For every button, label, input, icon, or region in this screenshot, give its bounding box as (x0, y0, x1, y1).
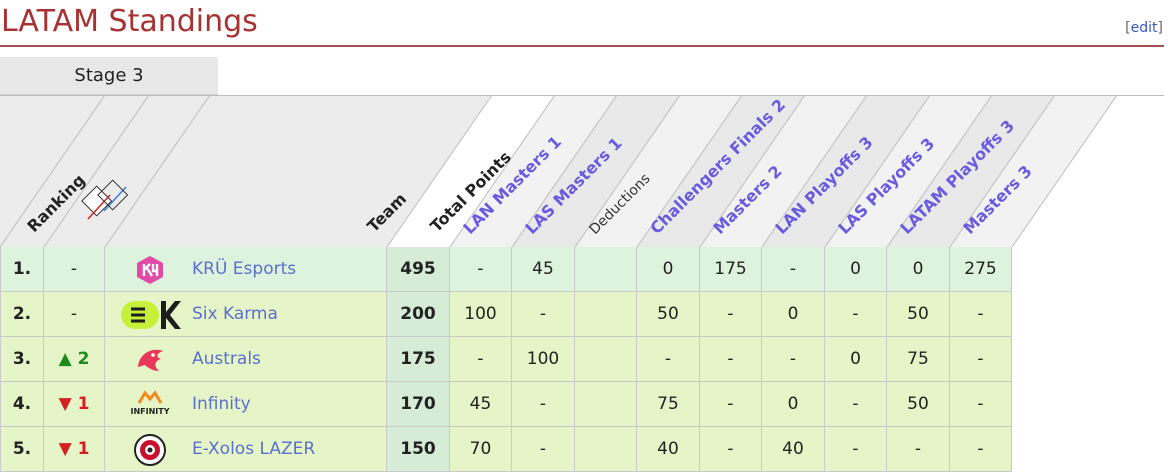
points-cell: 75 (637, 382, 700, 427)
team-name-link[interactable]: KRÜ Esports (192, 259, 296, 279)
points-cell: 50 (887, 292, 950, 337)
rank-cell: 4. (0, 382, 44, 427)
rank-cell: 3. (0, 337, 44, 382)
australs-logo[interactable] (117, 342, 183, 377)
points-cell: - (825, 382, 887, 427)
points-cell: - (950, 382, 1012, 427)
points-cell: 50 (887, 382, 950, 427)
team-name-link[interactable]: Australs (192, 349, 261, 369)
edit-link-wrapper: [edit] (1125, 20, 1163, 36)
points-cell: - (450, 337, 512, 382)
total-points-cell: 150 (387, 427, 450, 472)
rank-change-cell: - (44, 247, 105, 292)
points-cell: 0 (637, 247, 700, 292)
points-cell: - (950, 292, 1012, 337)
points-cell: - (637, 337, 700, 382)
points-cell: - (700, 292, 762, 337)
points-cell: - (512, 292, 575, 337)
table-row: 5. ▼ 1 E-Xolos LAZER 150 70-40-40- - - (0, 427, 1013, 472)
total-points-cell: 200 (387, 292, 450, 337)
rank-cell: 1. (0, 247, 44, 292)
points-cell: - (450, 247, 512, 292)
points-cell (575, 247, 637, 292)
team-name-link[interactable]: Infinity (192, 394, 251, 414)
page-title: LATAM Standings (1, 4, 258, 39)
six-karma-logo[interactable] (117, 297, 183, 332)
exolos-logo[interactable] (117, 432, 183, 467)
points-cell: 275 (950, 247, 1012, 292)
points-cell: 0 (825, 337, 887, 382)
points-cell: 45 (512, 247, 575, 292)
points-cell: - (512, 382, 575, 427)
tab-stage-3[interactable]: Stage 3 (0, 57, 218, 95)
team-cell[interactable]: Australs (105, 337, 387, 382)
points-cell: - (700, 382, 762, 427)
table-row: 2. - Six Karma 200 100-50-0-50- (0, 292, 1013, 337)
team-cell[interactable]: Six Karma (105, 292, 387, 337)
edit-bracket-close: ] (1157, 20, 1163, 36)
total-points-cell: 170 (387, 382, 450, 427)
points-cell: - (950, 337, 1012, 382)
points-cell: - (950, 427, 1012, 472)
rank-change-cell: ▼ 1 (44, 382, 105, 427)
rank-cell: 5. (0, 427, 44, 472)
points-cell: - (887, 427, 950, 472)
points-cell (575, 427, 637, 472)
rank-change-cell: - (44, 292, 105, 337)
points-cell: 40 (762, 427, 825, 472)
points-cell (575, 337, 637, 382)
points-cell: - (512, 427, 575, 472)
table-header: LAN Masters 1LAS Masters 1DeductionsChal… (0, 95, 1164, 247)
team-cell[interactable]: INFINITY Infinity (105, 382, 387, 427)
points-cell: 0 (825, 247, 887, 292)
points-cell: - (762, 247, 825, 292)
points-cell: 0 (887, 247, 950, 292)
rank-cell: 2. (0, 292, 44, 337)
edit-link[interactable]: edit (1131, 20, 1158, 36)
svg-text:INFINITY: INFINITY (130, 407, 169, 416)
points-cell: - (762, 337, 825, 382)
points-cell: 175 (700, 247, 762, 292)
points-cell: - (700, 337, 762, 382)
points-cell (575, 292, 637, 337)
team-name-link[interactable]: E-Xolos LAZER (192, 439, 315, 459)
points-cell: 45 (450, 382, 512, 427)
points-cell: - (825, 427, 887, 472)
points-cell: 100 (450, 292, 512, 337)
points-cell (575, 382, 637, 427)
points-cell: 40 (637, 427, 700, 472)
total-points-cell: 175 (387, 337, 450, 382)
table-row: 1. - KRÜ Esports 495-45 0 175-0 0 275 (0, 247, 1013, 292)
total-points-cell: 495 (387, 247, 450, 292)
points-cell: 100 (512, 337, 575, 382)
kru-logo[interactable] (117, 252, 183, 287)
team-cell[interactable]: E-Xolos LAZER (105, 427, 387, 472)
points-cell: 0 (762, 292, 825, 337)
rank-change-cell: ▼ 1 (44, 427, 105, 472)
points-cell: - (700, 427, 762, 472)
rank-change-cell: ▲ 2 (44, 337, 105, 382)
points-cell: - (825, 292, 887, 337)
points-cell: 75 (887, 337, 950, 382)
title-underline (0, 45, 1164, 47)
team-name-link[interactable]: Six Karma (192, 304, 278, 324)
points-cell: 70 (450, 427, 512, 472)
infinity-logo[interactable]: INFINITY (117, 387, 183, 422)
points-cell: 0 (762, 382, 825, 427)
team-cell[interactable]: KRÜ Esports (105, 247, 387, 292)
points-cell: 50 (637, 292, 700, 337)
table-row: 4. ▼ 1 INFINITY Infinity 170 45-75-0-50- (0, 382, 1013, 427)
table-row: 3. ▲ 2 Australs 175-100- - -0 75- (0, 337, 1013, 382)
